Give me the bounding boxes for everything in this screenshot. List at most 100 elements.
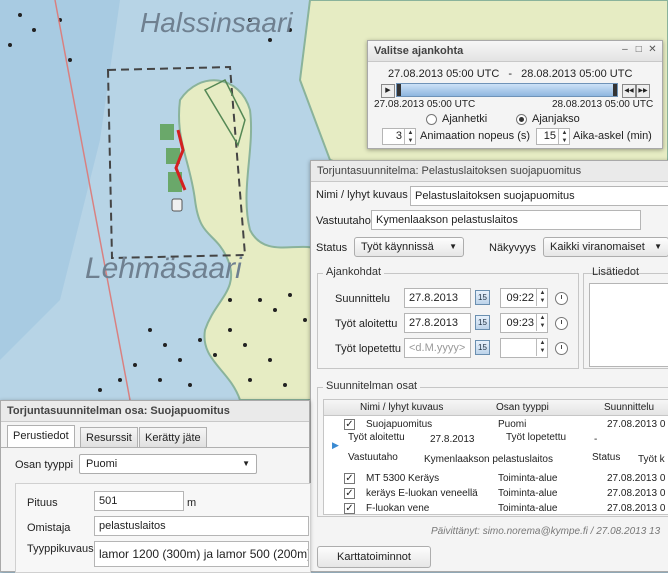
finished-label: Työt lopetettu: [335, 343, 402, 355]
maximize-icon[interactable]: □: [633, 44, 644, 55]
visibility-select[interactable]: Kaikki viranomaiset ▼: [543, 237, 668, 257]
calendar-icon[interactable]: 15: [475, 340, 490, 355]
planning-time-spinner[interactable]: ▲ ▼: [536, 289, 548, 306]
finished-time-spinner[interactable]: ▲ ▼: [536, 339, 548, 356]
time-selection-window: Valitse ajankohta – □ ✕ 27.08.2013 05:00…: [367, 40, 663, 149]
range-separator: -: [508, 68, 513, 80]
part-type-value: Puomi: [86, 458, 118, 470]
column-header-date[interactable]: Suunnittelu: [604, 400, 654, 415]
name-field[interactable]: Pelastuslaitoksen suojapuomitus: [410, 186, 668, 206]
row-date: 27.08.2013 0: [607, 503, 666, 514]
timeline-slider[interactable]: [396, 83, 618, 97]
row-date: 27.08.2013 0: [607, 473, 666, 484]
extra-textarea[interactable]: [589, 283, 668, 367]
detail-status-value: Työt k: [638, 454, 665, 465]
slider-handle-left[interactable]: [397, 84, 401, 96]
owner-label: Omistaja: [27, 522, 71, 534]
plan-window-title: Torjuntasuunnitelma: Pelastuslaitoksen s…: [311, 161, 668, 182]
status-value: Työt käynnissä: [361, 241, 434, 253]
detail-finished-value: -: [594, 434, 598, 445]
finished-date-field[interactable]: <d.M.yyyy>: [404, 338, 471, 358]
play-button[interactable]: ▶: [381, 84, 395, 98]
row-type: Toiminta-alue: [498, 473, 558, 484]
map-actions-button[interactable]: Karttatoiminnot: [317, 546, 431, 568]
owner-field[interactable]: pelastuslaitos: [94, 516, 309, 536]
detail-started-label: Työt aloitettu: [348, 432, 405, 443]
dates-legend: Ajankohdat: [323, 266, 385, 278]
step-spinner[interactable]: ▲ ▼: [558, 129, 570, 144]
calendar-icon[interactable]: 15: [475, 290, 490, 305]
row-name: F-luokan vene: [366, 503, 430, 514]
type-desc-field[interactable]: lamor 1200 (300m) ja lamor 500 (200m): [94, 541, 309, 567]
owner-field[interactable]: Kymenlaakson pelastuslaitos: [371, 210, 641, 230]
grid-header: Nimi / lyhyt kuvaus Osan tyyppi Suunnitt…: [324, 400, 668, 416]
speed-spinner[interactable]: ▲ ▼: [404, 129, 416, 144]
status-select[interactable]: Työt käynnissä ▼: [354, 237, 464, 257]
row-type: Puomi: [498, 419, 527, 430]
step-back-button[interactable]: ◀◀: [622, 84, 636, 98]
detail-started-value: 27.8.2013: [430, 434, 475, 445]
table-row[interactable]: ✓ Suojapuomitus Puomi 27.08.2013 0: [324, 417, 668, 432]
tab-resurssit[interactable]: Resurssit: [80, 427, 138, 447]
parts-grid: Nimi / lyhyt kuvaus Osan tyyppi Suunnitt…: [323, 399, 668, 515]
range-start: 27.08.2013 05:00 UTC: [388, 68, 500, 80]
started-label: Työt aloitettu: [335, 318, 398, 330]
minimize-icon[interactable]: –: [619, 44, 630, 55]
map-label-lehmasaari: Lehmäsaari: [85, 252, 243, 285]
table-row[interactable]: ✓ F-luokan vene Toiminta-alue 27.08.2013…: [324, 501, 668, 514]
part-window-title: Torjuntasuunnitelman osa: Suojapuomitus: [1, 401, 309, 422]
detail-owner-value: Kymenlaakson pelastuslaitos: [424, 454, 553, 465]
tab-keratty-jate[interactable]: Kerätty jäte: [139, 427, 207, 447]
row-checkbox[interactable]: ✓: [344, 419, 355, 430]
parts-legend: Suunnitelman osat: [323, 380, 421, 392]
started-time-spinner[interactable]: ▲ ▼: [536, 314, 548, 331]
clock-icon[interactable]: [555, 317, 568, 330]
slider-handle-right[interactable]: [613, 84, 617, 96]
range-end: 28.08.2013 05:00 UTC: [521, 68, 633, 80]
radio-instant[interactable]: [426, 114, 437, 125]
row-date: 27.08.2013 0: [607, 488, 666, 499]
clock-icon[interactable]: [555, 292, 568, 305]
type-desc-label: Tyyppikuvaus: [27, 543, 94, 555]
step-forward-button[interactable]: ▶▶: [636, 84, 650, 98]
close-icon[interactable]: ✕: [647, 44, 658, 55]
row-checkbox[interactable]: ✓: [344, 503, 355, 514]
window-controls: – □ ✕: [619, 44, 658, 55]
chevron-down-icon: ▼: [654, 242, 662, 251]
row-name: MT 5300 Keräys: [366, 473, 440, 484]
slider-left-label: 27.08.2013 05:00 UTC: [374, 99, 476, 110]
row-name: keräys E-luokan veneellä: [366, 488, 478, 499]
column-header-type[interactable]: Osan tyyppi: [496, 400, 549, 415]
visibility-label: Näkyvyys: [489, 242, 537, 254]
visibility-value: Kaikki viranomaiset: [550, 241, 645, 253]
part-window: Torjuntasuunnitelman osa: Suojapuomitus …: [0, 400, 311, 573]
planning-date-field[interactable]: 27.8.2013: [404, 288, 471, 308]
length-label: Pituus: [27, 497, 58, 509]
slider-right-label: 28.08.2013 05:00 UTC: [552, 99, 654, 110]
column-header-name[interactable]: Nimi / lyhyt kuvaus: [360, 400, 443, 415]
calendar-icon[interactable]: 15: [475, 315, 490, 330]
expand-arrow-icon[interactable]: ▶: [332, 440, 339, 451]
row-type: Toiminta-alue: [498, 488, 558, 499]
detail-owner-label: Vastuutaho: [348, 452, 398, 463]
attachment-icon: [171, 198, 183, 212]
table-row[interactable]: ✓ MT 5300 Keräys Toiminta-alue 27.08.201…: [324, 471, 668, 486]
status-label: Status: [316, 242, 348, 254]
step-label: Aika-askel (min): [573, 130, 652, 142]
tab-perustiedot[interactable]: Perustiedot: [7, 425, 75, 447]
name-label: Nimi / lyhyt kuvaus: [316, 189, 408, 201]
started-date-field[interactable]: 27.8.2013: [404, 313, 471, 333]
length-unit: m: [187, 497, 197, 509]
part-type-select[interactable]: Puomi ▼: [79, 454, 257, 474]
speed-label: Animaation nopeus (s): [420, 130, 531, 142]
length-field[interactable]: 501: [94, 491, 184, 511]
row-checkbox[interactable]: ✓: [344, 473, 355, 484]
chevron-down-icon: ▼: [242, 459, 250, 468]
row-type: Toiminta-alue: [498, 503, 558, 514]
clock-icon[interactable]: [555, 342, 568, 355]
extra-legend: Lisätiedot: [592, 266, 640, 278]
table-row[interactable]: ✓ keräys E-luokan veneellä Toiminta-alue…: [324, 486, 668, 501]
part-type-label: Osan tyyppi: [15, 459, 74, 471]
row-checkbox[interactable]: ✓: [344, 488, 355, 499]
radio-period[interactable]: [516, 114, 527, 125]
